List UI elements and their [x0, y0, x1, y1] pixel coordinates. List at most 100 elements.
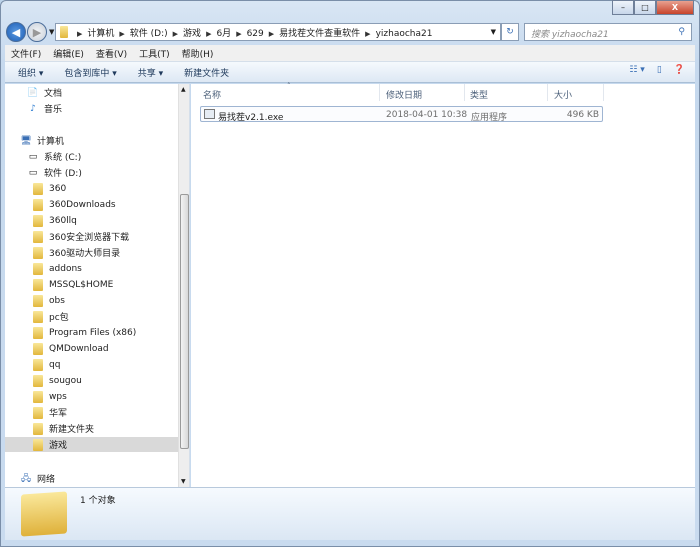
sidebar-item-drive-c[interactable]: ▭ 系统 (C:): [27, 149, 81, 164]
sidebar-item-label: 360Downloads: [49, 199, 116, 210]
recent-pages-dropdown[interactable]: ▼: [49, 28, 54, 36]
sidebar-item-label: MSSQL$HOME: [49, 279, 114, 290]
folder-icon: [33, 342, 43, 355]
menu-tools[interactable]: 工具(T): [133, 47, 176, 60]
scroll-up-icon[interactable]: ▲: [181, 86, 186, 93]
address-bar[interactable]: ▶ 计算机 ▶ 软件 (D:) ▶ 游戏 ▶ 6月 ▶ 629 ▶ 易找茬文件查重软件 ▶ yizhaoc…: [55, 23, 501, 41]
sidebar-folder[interactable]: 360Downloads: [33, 197, 116, 212]
menu-edit[interactable]: 编辑(E): [47, 47, 90, 60]
sidebar-folder[interactable]: addons: [33, 261, 82, 276]
breadcrumb-separator-icon[interactable]: ▶: [365, 30, 370, 38]
file-size: 496 KB: [566, 110, 599, 120]
address-dropdown-icon[interactable]: ▼: [491, 28, 496, 36]
file-type: 应用程序: [471, 113, 508, 123]
breadcrumb-item[interactable]: 6月: [216, 29, 231, 39]
breadcrumb-separator-icon[interactable]: ▶: [173, 30, 178, 38]
breadcrumb: ▶ 计算机 ▶ 软件 (D:) ▶ 游戏 ▶ 6月 ▶ 629 ▶ 易找茬文件查重软件 ▶ yizhaoc…: [72, 26, 432, 39]
sidebar-item-label: sougou: [49, 375, 82, 386]
scroll-down-icon[interactable]: ▼: [181, 478, 186, 485]
sidebar-folder[interactable]: 游戏: [5, 437, 178, 452]
share-button[interactable]: 共享 ▾: [138, 66, 163, 79]
sidebar-item-network[interactable]: 🖧 网络: [20, 471, 55, 486]
sidebar-item-label: wps: [49, 391, 67, 402]
sidebar-folder[interactable]: 华军: [33, 405, 67, 420]
minimize-button[interactable]: –: [612, 0, 634, 15]
folder-icon: [33, 422, 43, 435]
breadcrumb-item[interactable]: 易找茬文件查重软件: [279, 29, 360, 39]
sidebar-folder[interactable]: wps: [33, 389, 67, 404]
folder-icon: [33, 294, 43, 307]
forward-arrow-icon: ▶: [32, 25, 42, 39]
sidebar-item-label: 音乐: [44, 105, 63, 115]
column-name[interactable]: 名称: [203, 88, 221, 101]
sidebar-item-label: 游戏: [49, 441, 68, 451]
breadcrumb-item[interactable]: 629: [247, 29, 264, 39]
back-button[interactable]: ◀: [6, 22, 26, 42]
sidebar-item-drive-d[interactable]: ▭ 软件 (D:): [27, 165, 82, 180]
folder-icon: [33, 310, 43, 323]
folder-icon: [60, 26, 68, 38]
sidebar-item-label: 360llq: [49, 215, 77, 226]
maximize-button[interactable]: □: [634, 0, 656, 15]
breadcrumb-separator-icon[interactable]: ▶: [269, 30, 274, 38]
sidebar-folder[interactable]: sougou: [33, 373, 82, 388]
preview-pane-icon[interactable]: ▯: [657, 65, 662, 75]
folder-icon: [33, 438, 43, 451]
file-list: 名称 ˄ 修改日期 类型 大小 易找茬v2.1.exe 2018-04-01 1…: [191, 82, 695, 487]
folder-large-icon: [21, 491, 67, 537]
menu-file[interactable]: 文件(F): [5, 47, 47, 60]
breadcrumb-separator-icon[interactable]: ▶: [236, 30, 241, 38]
sidebar-folder[interactable]: 新建文件夹: [33, 421, 94, 436]
sidebar-folder[interactable]: obs: [33, 293, 65, 308]
sidebar-item-music[interactable]: ♪ 音乐: [27, 101, 62, 116]
sidebar-folder[interactable]: 360: [33, 181, 66, 196]
sidebar-folder[interactable]: 360llq: [33, 213, 77, 228]
search-placeholder: 搜索 yizhaocha21: [531, 30, 609, 40]
document-icon: 📄: [27, 87, 39, 98]
sidebar-folder[interactable]: QMDownload: [33, 341, 109, 356]
breadcrumb-separator-icon[interactable]: ▶: [77, 30, 82, 38]
computer-icon: 🖥: [20, 135, 32, 146]
search-input[interactable]: 搜索 yizhaocha21 ⚲: [524, 23, 692, 41]
breadcrumb-separator-icon[interactable]: ▶: [206, 30, 211, 38]
organize-button[interactable]: 组织 ▾: [18, 66, 43, 79]
back-arrow-icon: ◀: [11, 25, 21, 39]
column-modified[interactable]: 修改日期: [386, 88, 422, 101]
file-modified: 2018-04-01 10:38: [386, 110, 468, 120]
sidebar-folder[interactable]: 360安全浏览器下载: [33, 229, 129, 244]
column-size[interactable]: 大小: [554, 88, 572, 101]
breadcrumb-separator-icon[interactable]: ▶: [119, 30, 124, 38]
sidebar-folder[interactable]: pc包: [33, 309, 69, 324]
help-icon[interactable]: ❓: [674, 65, 685, 75]
column-type[interactable]: 类型: [470, 88, 488, 101]
file-row[interactable]: 易找茬v2.1.exe 2018-04-01 10:38 应用程序 496 KB: [200, 106, 603, 123]
close-button[interactable]: X: [656, 0, 694, 15]
sidebar-folder[interactable]: Program Files (x86): [33, 325, 136, 340]
breadcrumb-item[interactable]: yizhaocha21: [376, 29, 433, 39]
sidebar-folder[interactable]: MSSQL$HOME: [33, 277, 113, 292]
forward-button[interactable]: ▶: [27, 22, 47, 42]
sidebar-folder[interactable]: 360驱动大师目录: [33, 245, 120, 260]
breadcrumb-item[interactable]: 游戏: [183, 29, 201, 39]
sidebar-item-label: obs: [49, 295, 65, 306]
breadcrumb-item[interactable]: 软件 (D:): [130, 29, 168, 39]
refresh-button[interactable]: ↻: [501, 23, 519, 41]
include-in-library-button[interactable]: 包含到库中 ▾: [64, 66, 116, 79]
sidebar-item-computer[interactable]: 🖥 计算机: [20, 133, 64, 148]
breadcrumb-item[interactable]: 计算机: [87, 29, 114, 39]
file-name: 易找茬v2.1.exe: [218, 113, 284, 123]
scrollbar-thumb[interactable]: [180, 194, 189, 449]
window-controls: – □ X: [612, 0, 694, 15]
menu-view[interactable]: 查看(V): [90, 47, 133, 60]
details-pane: 1 个对象: [5, 487, 695, 540]
folder-icon: [33, 214, 43, 227]
menu-help[interactable]: 帮助(H): [176, 47, 220, 60]
sidebar-item-documents[interactable]: 📄 文档: [27, 85, 62, 100]
new-folder-button[interactable]: 新建文件夹: [184, 66, 229, 79]
music-icon: ♪: [30, 103, 36, 114]
view-options-icon[interactable]: ☷ ▾: [629, 65, 644, 75]
sidebar-item-label: 华军: [49, 409, 68, 419]
sidebar-scrollbar[interactable]: ▲ ▼: [178, 84, 189, 487]
folder-icon: [33, 374, 43, 387]
sidebar-folder[interactable]: qq: [33, 357, 60, 372]
